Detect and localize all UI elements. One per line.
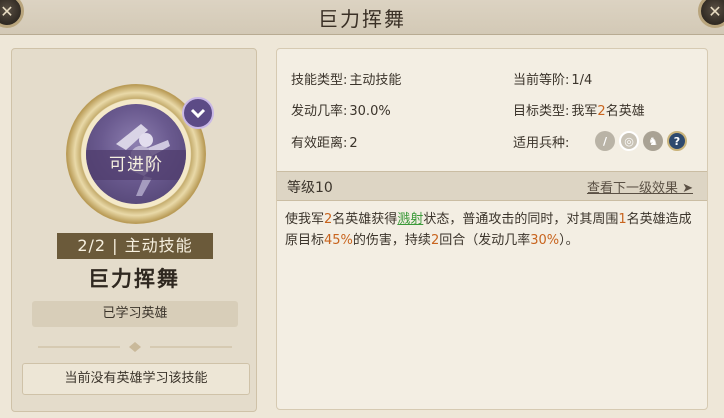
chevron-down-icon[interactable] <box>182 97 214 129</box>
skill-card: 可进阶 2/2 | 主动技能 巨力挥舞 已学习英雄 当前没有英雄学习该技能 <box>11 48 257 412</box>
learned-heroes-button[interactable]: 已学习英雄 <box>32 301 238 327</box>
skill-portrait: 可进阶 <box>86 104 186 204</box>
ornament-divider <box>38 342 232 352</box>
level-bar: 等级10 查看下一级效果 ➤ <box>277 171 707 201</box>
skill-level: 等级10 <box>287 180 333 196</box>
title-bar: ✕ 巨力挥舞 ✕ <box>0 0 724 35</box>
trigger-rate: 发动几率: 30.0% <box>291 104 391 119</box>
advanceable-label: 可进阶 <box>86 150 186 180</box>
status-keyword-link[interactable]: 溅射 <box>397 212 423 227</box>
skill-type: 技能类型: 主动技能 <box>291 73 402 88</box>
effective-range: 有效距离: 2 <box>291 136 358 151</box>
skill-description: 使我军2名英雄获得溅射状态，普通攻击的同时，对其周围1名英雄造成原目标45%的伤… <box>285 212 692 248</box>
troop-types: 适用兵种: <box>513 136 570 151</box>
skill-level-tag: 2/2 | 主动技能 <box>57 233 213 259</box>
next-level-link[interactable]: 查看下一级效果 ➤ <box>587 177 693 196</box>
window-title: 巨力挥舞 <box>318 7 406 31</box>
skill-details: 技能类型: 主动技能 发动几率: 30.0% 有效距离: 2 当前等阶: 1/4 目标类… <box>276 48 708 410</box>
no-hero-notice: 当前没有英雄学习该技能 <box>22 363 250 395</box>
troop-icon-list: / ◎ ♞ ? <box>595 131 687 151</box>
skill-name: 巨力挥舞 <box>88 267 180 291</box>
question-icon[interactable]: ? <box>667 131 687 151</box>
target-type: 目标类型: 我军2名英雄 <box>513 104 645 119</box>
current-tier: 当前等阶: 1/4 <box>513 73 593 88</box>
infantry-icon: / <box>595 131 615 151</box>
cavalry-icon: ♞ <box>643 131 663 151</box>
shield-icon: ◎ <box>619 131 639 151</box>
